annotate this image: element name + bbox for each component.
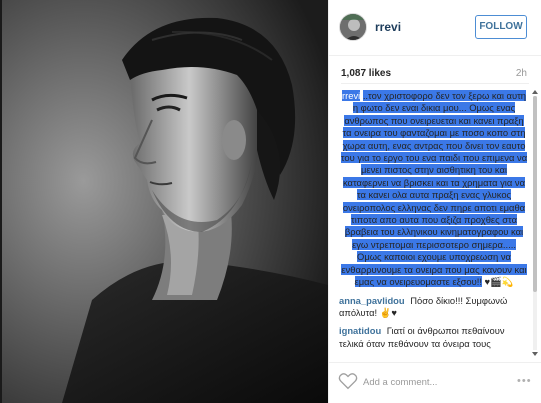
comment-item: anna_pavlidou Πόσο δίκιο!!! Συμφωνώ απόλ…: [339, 295, 529, 320]
caption: rrevi ..τον χριστοφορο δεν τον ξερω και …: [339, 90, 529, 289]
post-footer: Add a comment... •••: [329, 362, 541, 403]
comments-list: rrevi ..τον χριστοφορο δεν τον ξερω και …: [339, 90, 529, 358]
like-count[interactable]: 1,087 likes: [341, 68, 391, 79]
scroll-up-arrow-icon[interactable]: [532, 90, 538, 94]
comment-item: ignatidou Γιατί οι άνθρωποι πεθαίνουν τε…: [339, 325, 529, 350]
heart-icon[interactable]: [338, 372, 358, 390]
caption-emoji: ♥🎬💫: [484, 276, 514, 288]
comment-username[interactable]: ignatidou: [339, 325, 381, 336]
avatar-image: [340, 14, 366, 40]
divider: [341, 83, 529, 84]
post-time[interactable]: 2h: [516, 68, 527, 79]
follow-button[interactable]: FOLLOW: [475, 15, 527, 39]
portrait-image: [2, 0, 328, 403]
post-panel: rrevi FOLLOW 1,087 likes 2h rrevi ..τον …: [328, 0, 541, 403]
comment-username[interactable]: anna_pavlidou: [339, 295, 405, 306]
scroll-thumb[interactable]: [533, 96, 537, 292]
scroll-down-arrow-icon[interactable]: [532, 352, 538, 356]
caption-username[interactable]: rrevi: [341, 90, 361, 101]
post-header: rrevi FOLLOW: [329, 0, 541, 56]
more-options-button[interactable]: •••: [517, 375, 532, 387]
avatar[interactable]: [339, 13, 367, 41]
caption-text: ..τον χριστοφορο δεν τον ξερω και αυτη η…: [340, 90, 528, 288]
comment-emoji: ✌♥: [379, 306, 397, 318]
comments-scrollbar[interactable]: [531, 90, 539, 356]
add-comment-input[interactable]: Add a comment...: [363, 377, 437, 388]
post-photo[interactable]: [2, 0, 328, 403]
post-username[interactable]: rrevi: [375, 20, 401, 34]
